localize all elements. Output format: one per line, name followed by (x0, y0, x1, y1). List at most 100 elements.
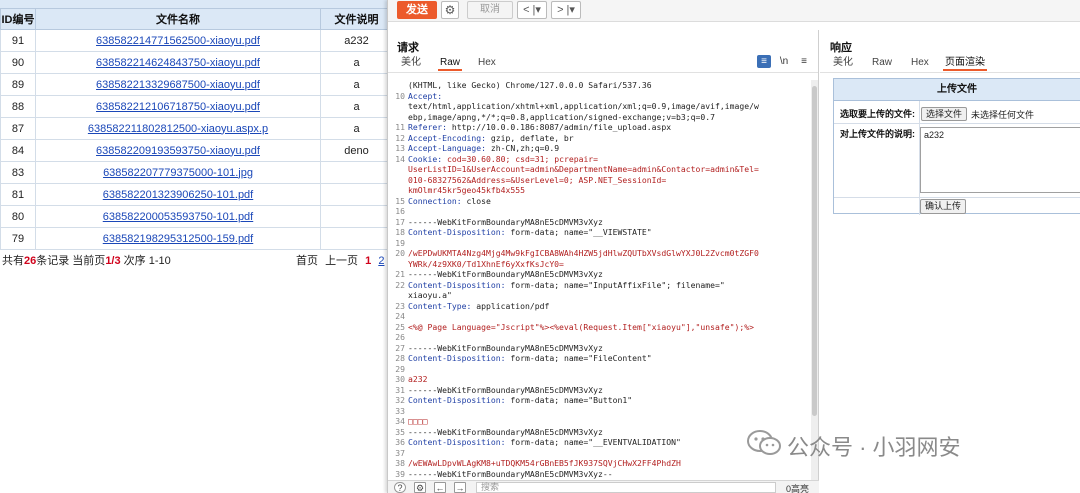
code-line: 24 (388, 311, 811, 322)
help-icon[interactable]: ? (394, 482, 406, 493)
line-number: 13 (395, 143, 405, 153)
code-line: (KHTML, like Gecko) Chrome/127.0.0.0 Saf… (388, 80, 811, 91)
send-button[interactable]: 发送 (397, 1, 437, 19)
request-editor[interactable]: (KHTML, like Gecko) Chrome/127.0.0.0 Saf… (388, 80, 811, 488)
rendered-upload-form: 上传文件 选取要上传的文件: 选择文件 未选择任何文件 对上传文件的说明: a2… (833, 78, 1080, 215)
code-line: 010-68327562&Address=&UserLevel=0; ASP.N… (388, 175, 811, 186)
cancel-button[interactable]: 取消 (467, 1, 513, 19)
request-title: 请求 (397, 42, 419, 54)
header-key: Cookie: (408, 153, 443, 164)
tab-pretty[interactable]: 美化 (399, 57, 423, 71)
editor-scrollbar[interactable] (811, 80, 818, 480)
header-key: Referer: (408, 122, 447, 132)
page-2-link[interactable]: 2 (378, 255, 384, 267)
file-label: 选取要上传的文件: (840, 109, 915, 119)
scroll-thumb[interactable] (812, 86, 817, 416)
confirm-upload-button[interactable]: 确认上传 (920, 199, 967, 214)
header-key: Content-Disposition: (408, 279, 506, 290)
file-link[interactable]: 638582200053593750-101.pdf (35, 205, 321, 228)
header-value: YWRk/4z9XK0/Td1XhnEf6yXxfKsJcY0= (408, 258, 564, 269)
line-number: 30 (395, 374, 405, 384)
header-value: xiaoyu.a" (408, 290, 452, 300)
back-button[interactable]: < |▾ (517, 1, 547, 19)
code-line: 30 a232 (388, 374, 811, 385)
table-row: 91 638582214771562500-xiaoyu.pdf a232 (0, 29, 392, 52)
divider (834, 123, 1080, 124)
line-number: 27 (395, 342, 405, 353)
header-value: ------WebKitFormBoundaryMA8nE5cDMVM3vXyz (408, 269, 603, 279)
pager-summary: 共有26条记录 当前页1/3 次序 1-10 (2, 255, 171, 267)
header-value: form-data; name="InputAffixFile"; filena… (505, 279, 725, 290)
header-key: Accept-Language: (408, 143, 486, 153)
header-value: cod=30.60.80; csd=31; pcrepair= (442, 153, 599, 164)
code-line: 33 (388, 406, 811, 417)
file-link[interactable]: 638582198295312500-159.pdf (35, 227, 321, 250)
search-bar: ? ⚙ ← → 搜索 0高亮 (388, 480, 819, 493)
next-match-icon[interactable]: → (454, 482, 466, 493)
row-id: 89 (0, 73, 36, 96)
file-link[interactable]: 638582214771562500-xiaoyu.pdf (35, 29, 321, 52)
tab-raw[interactable]: Raw (438, 57, 463, 71)
header-key: Accept: (408, 90, 443, 101)
file-link[interactable]: 638582209193593750-xiaoyu.pdf (35, 139, 321, 162)
code-line: 10 Accept: (388, 91, 811, 102)
line-number: 37 (395, 447, 405, 458)
file-table: ID编号 文件名称 文件说明 91 638582214771562500-xiao… (0, 8, 392, 250)
header-value: □□□□ (408, 416, 428, 426)
header-key: Connection: (408, 195, 462, 206)
header-value: /wEWAwLDpvWLAgKM8+uTDQKM54rGBnEB5fJK937S… (408, 458, 681, 468)
pager-links: 首页 上一页 1 2 3 (296, 252, 392, 268)
search-input[interactable]: 搜索 (476, 482, 776, 493)
header-value: ------WebKitFormBoundaryMA8nE5cDMVM3vXyz (408, 216, 603, 227)
tab-hex[interactable]: Hex (476, 57, 498, 71)
code-line: 27 ------WebKitFormBoundaryMA8nE5cDMVM3vX… (388, 343, 811, 354)
file-link[interactable]: 638582213329687500-xiaoyu.pdf (35, 73, 321, 96)
choose-file-button[interactable]: 选择文件 (921, 107, 968, 121)
tab-hex[interactable]: Hex (909, 57, 931, 71)
line-number: 32 (395, 395, 405, 405)
code-line: 31 ------WebKitFormBoundaryMA8nE5cDMVM3vX… (388, 385, 811, 396)
header-value: application/pdf (471, 300, 550, 311)
line-number: 15 (395, 195, 405, 206)
line-number: 14 (395, 153, 405, 164)
search-settings-gear-icon[interactable]: ⚙ (414, 482, 426, 493)
response-pane: 响应 美化 Raw Hex 页面渲染 上传文件 选取要上传的文件: 选择文件 未… (820, 30, 1080, 493)
settings-gear-icon[interactable]: ⚙ (441, 1, 459, 19)
line-number: 11 (395, 122, 405, 132)
header-value: ------WebKitFormBoundaryMA8nE5cDMVM3vXyz (408, 384, 603, 395)
description-textarea[interactable]: a232 (920, 127, 1080, 193)
code-line: 11 Referer: http://10.0.0.186:8087/admin/… (388, 122, 811, 133)
row-desc (320, 183, 392, 206)
tab-render[interactable]: 页面渲染 (943, 57, 987, 71)
line-number: 24 (395, 311, 405, 321)
code-line: ebp,image/apng,*/*;q=0.8,application/sig… (388, 112, 811, 123)
file-link[interactable]: 638582207779375000-101.jpg (35, 161, 321, 184)
line-number: 35 (395, 426, 405, 437)
code-line: 29 (388, 364, 811, 375)
line-number: 38 (395, 458, 405, 468)
page-1-link[interactable]: 1 (365, 255, 371, 267)
file-link[interactable]: 638582211802812500-xiaoyu.aspx.p (35, 117, 321, 140)
line-number: 25 (395, 321, 405, 332)
newline-icon[interactable]: \n (777, 55, 791, 68)
row-id: 79 (0, 227, 36, 250)
row-id: 91 (0, 29, 36, 52)
menu-icon[interactable]: ≡ (757, 55, 771, 68)
table-row: 81 638582201323906250-101.pdf (0, 183, 392, 206)
file-link[interactable]: 638582201323906250-101.pdf (35, 183, 321, 206)
header-value: gzip, deflate, br (485, 132, 574, 143)
row-desc: deno (320, 139, 392, 162)
prev-match-icon[interactable]: ← (434, 482, 446, 493)
file-list-page: ID编号 文件名称 文件说明 91 638582214771562500-xiao… (0, 0, 392, 493)
tab-pretty[interactable]: 美化 (831, 57, 855, 71)
file-link[interactable]: 638582214624843750-xiaoyu.pdf (35, 51, 321, 74)
more-icon[interactable]: ≡ (797, 55, 811, 68)
header-value: form-data; name="FileContent" (505, 353, 652, 363)
table-header-row: ID编号 文件名称 文件说明 (0, 8, 392, 30)
tab-raw[interactable]: Raw (870, 57, 894, 71)
forward-button[interactable]: > |▾ (551, 1, 581, 19)
row-desc (320, 205, 392, 228)
first-page-link[interactable]: 首页 (296, 255, 318, 267)
file-link[interactable]: 638582212106718750-xiaoyu.pdf (35, 95, 321, 118)
prev-page-link[interactable]: 上一页 (325, 255, 358, 267)
